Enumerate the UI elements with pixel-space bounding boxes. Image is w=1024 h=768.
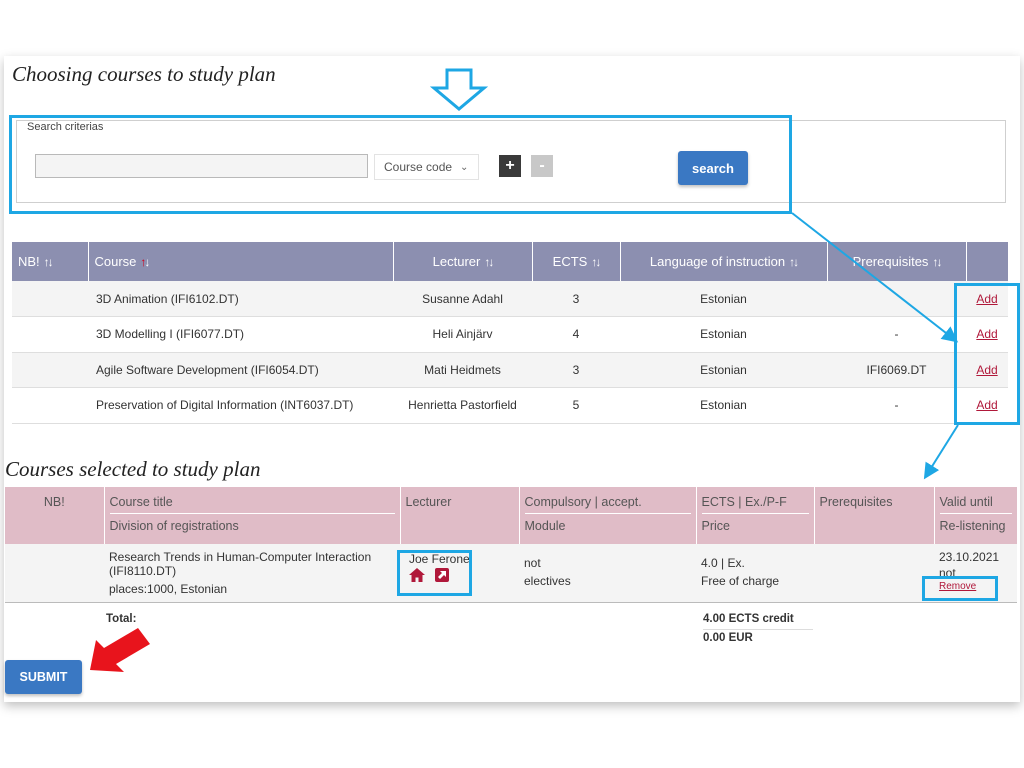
sel-cell-ects: 4.0 | Ex. Free of charge: [696, 544, 814, 603]
sel-col-ects: ECTS | Ex./P-F Price: [696, 487, 815, 544]
sel-module: electives: [524, 574, 571, 588]
selected-courses-table: NB! Course title Division of registratio…: [5, 487, 1017, 603]
sel-ects: 4.0 | Ex.: [701, 556, 745, 570]
total-label: Total:: [106, 613, 137, 625]
total-ects-credit: 4.00 ECTS credit: [703, 613, 794, 625]
connector-arrow: [791, 212, 959, 343]
totals-divider: [703, 629, 813, 630]
sel-col-valid: Valid until Re-listening: [934, 487, 1017, 544]
connector-arrow: [923, 424, 959, 480]
sel-compulsory: not: [524, 556, 541, 570]
selected-table-header: NB! Course title Division of registratio…: [5, 487, 1017, 544]
sel-cell-compulsory: not electives: [519, 544, 696, 603]
selected-courses-title: Courses selected to study plan: [5, 457, 261, 481]
sel-col-nb: NB!: [5, 487, 105, 544]
sel-col-compulsory: Compulsory | accept. Module: [519, 487, 697, 544]
sel-col-price: Price: [701, 513, 809, 533]
sel-valid-until: 23.10.2021: [939, 550, 1000, 564]
submit-button[interactable]: SUBMIT: [5, 660, 82, 694]
sel-col-division: Division of registrations: [109, 513, 395, 533]
lecturer-highlight-box: [397, 550, 472, 596]
selected-course-row: Research Trends in Human-Computer Intera…: [5, 544, 1017, 603]
sel-col-compulsory-label: Compulsory | accept.: [524, 495, 642, 509]
sel-col-prerequisites: Prerequisites: [814, 487, 935, 544]
remove-highlight-box: [922, 576, 998, 601]
sel-col-valid-label: Valid until: [939, 495, 993, 509]
sel-cell-nb: [5, 544, 104, 603]
sel-division: places:1000, Estonian: [109, 582, 228, 596]
sel-course-title: Research Trends in Human-Computer Intera…: [109, 550, 372, 578]
sel-price: Free of charge: [701, 574, 780, 588]
total-eur: 0.00 EUR: [703, 632, 753, 644]
sel-col-lecturer: Lecturer: [400, 487, 520, 544]
sel-cell-prerequisites: [814, 544, 934, 603]
sel-col-course-title: Course title: [109, 495, 173, 509]
red-arrow-annotation: [90, 628, 150, 672]
sel-col-ects-label: ECTS | Ex./P-F: [701, 495, 787, 509]
sel-col-module: Module: [524, 513, 691, 533]
sel-col-relistening: Re-listening: [939, 513, 1012, 533]
sel-col-course: Course title Division of registrations: [104, 487, 401, 544]
sel-cell-course: Research Trends in Human-Computer Intera…: [104, 544, 400, 603]
